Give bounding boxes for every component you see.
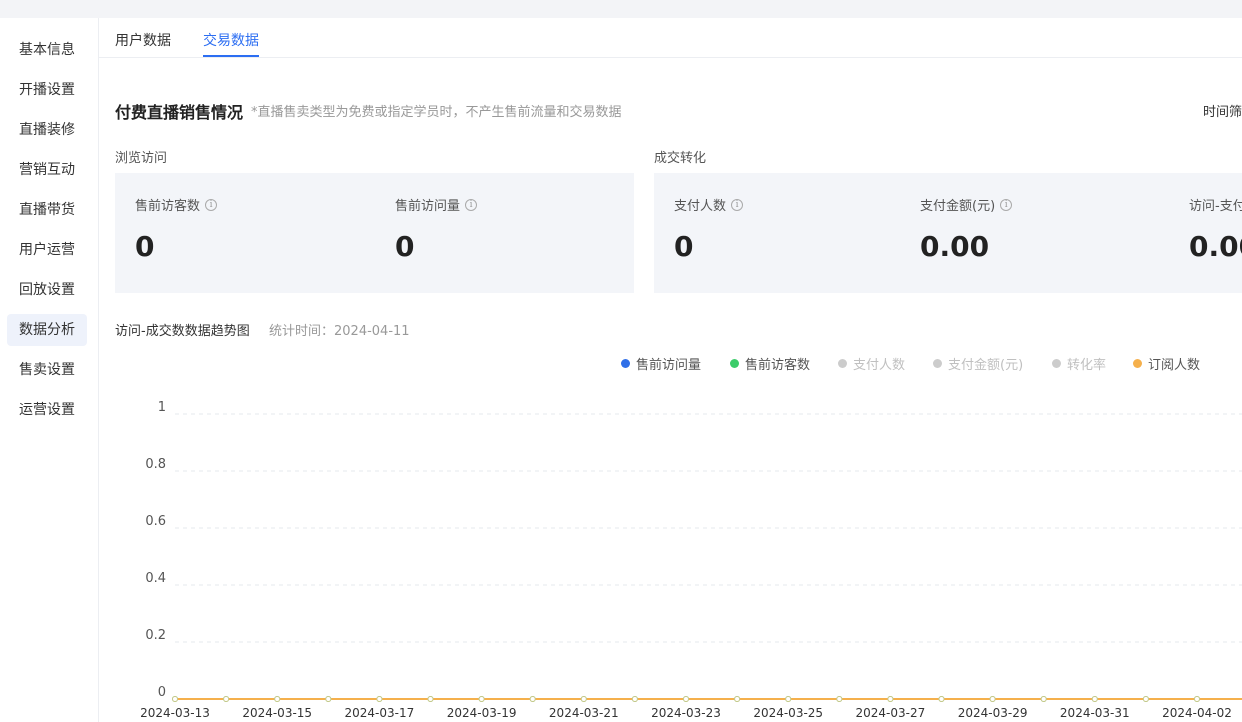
info-icon[interactable]: i	[731, 198, 744, 211]
tab-bar: 用户数据 交易数据	[99, 18, 1242, 58]
sidebar-item-live-decoration[interactable]: 直播装修	[7, 114, 87, 146]
top-bar	[0, 0, 1242, 18]
legend-dot-icon	[1052, 359, 1061, 368]
metric-label: 支付人数	[674, 199, 727, 214]
metric-presale-visits: 售前访问量 i 0	[395, 195, 478, 263]
sidebar-item-marketing[interactable]: 营销互动	[7, 154, 87, 186]
metric-value: 0	[674, 230, 694, 263]
legend-item[interactable]: 支付人数	[838, 354, 905, 373]
info-icon[interactable]: i	[205, 198, 218, 211]
metric-paid-users: 支付人数 i 0	[674, 195, 744, 263]
metric-label: 访问-支付	[1189, 199, 1242, 214]
legend-dot-icon	[621, 359, 630, 368]
tab-user-data[interactable]: 用户数据	[115, 30, 171, 50]
info-icon[interactable]: i	[1000, 198, 1013, 211]
sidebar-item-sales-settings[interactable]: 售卖设置	[7, 354, 87, 386]
legend-item[interactable]: 售前访客数	[730, 354, 810, 373]
legend-label: 支付人数	[853, 358, 906, 373]
metric-value: 0	[135, 230, 155, 263]
trend-stat-time: 统计时间：2024-04-11	[269, 324, 410, 339]
legend-label: 转化率	[1067, 358, 1107, 373]
legend-item[interactable]: 转化率	[1052, 354, 1106, 373]
metric-visit-to-pay: 访问-支付 0.00	[1189, 195, 1242, 263]
legend-dot-icon	[838, 359, 847, 368]
legend-label: 订阅人数	[1148, 358, 1201, 373]
legend-dot-icon	[1133, 359, 1142, 368]
section-note: *直播售卖类型为免费或指定学员时，不产生售前流量和交易数据	[251, 105, 622, 120]
metric-label: 售前访问量	[395, 199, 461, 214]
metric-paid-amount: 支付金额(元) i 0.00	[920, 195, 1013, 263]
legend-item[interactable]: 售前访问量	[621, 354, 701, 373]
metric-value: 0.00	[1189, 230, 1242, 263]
legend-item[interactable]: 订阅人数	[1133, 354, 1200, 373]
metric-value: 0	[395, 230, 415, 263]
browse-group-label: 浏览访问	[115, 151, 168, 166]
sidebar-item-basic-info[interactable]: 基本信息	[7, 34, 87, 66]
legend-label: 售前访问量	[636, 358, 702, 373]
metric-value: 0.00	[920, 230, 990, 263]
sidebar-item-replay-settings[interactable]: 回放设置	[7, 274, 87, 306]
active-tab-indicator	[203, 55, 259, 57]
metric-presale-visitors: 售前访客数 i 0	[135, 195, 218, 263]
metric-label: 支付金额(元)	[920, 199, 996, 214]
legend-label: 售前访客数	[745, 358, 811, 373]
trend-chart-title: 访问-成交数数据趋势图	[115, 324, 250, 339]
browse-card: 售前访客数 i 0 售前访问量 i 0	[115, 173, 634, 293]
time-filter[interactable]: 时间筛	[1203, 101, 1242, 120]
section-title: 付费直播销售情况	[115, 103, 244, 122]
sidebar-item-live-selling[interactable]: 直播带货	[7, 194, 87, 226]
sidebar-item-ops-settings[interactable]: 运营设置	[7, 394, 87, 426]
tab-transaction-data[interactable]: 交易数据	[203, 30, 259, 50]
sidebar-item-broadcast-settings[interactable]: 开播设置	[7, 74, 87, 106]
metric-label: 售前访客数	[135, 199, 201, 214]
legend-dot-icon	[730, 359, 739, 368]
sidebar-nav: 基本信息 开播设置 直播装修 营销互动 直播带货 用户运营 回放设置 数据分析 …	[0, 18, 99, 722]
sidebar-item-user-ops[interactable]: 用户运营	[7, 234, 87, 266]
legend-dot-icon	[933, 359, 942, 368]
legend-item[interactable]: 支付金额(元)	[933, 354, 1023, 373]
conversion-card: 支付人数 i 0 支付金额(元) i 0.00 访问-支付 0.00	[654, 173, 1242, 293]
sidebar-item-data-analysis[interactable]: 数据分析	[7, 314, 87, 346]
conversion-group-label: 成交转化	[654, 151, 707, 166]
legend-label: 支付金额(元)	[948, 358, 1024, 373]
info-icon[interactable]: i	[465, 198, 478, 211]
